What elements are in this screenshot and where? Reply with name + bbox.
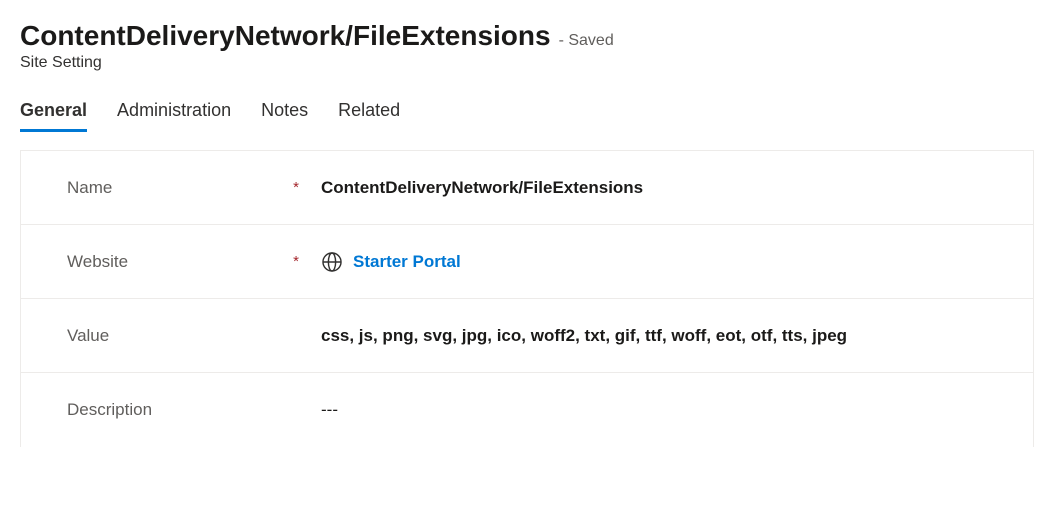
field-value-name[interactable]: ContentDeliveryNetwork/FileExtensions	[321, 178, 1033, 198]
field-row-description: Description ---	[21, 373, 1033, 447]
required-asterisk: *	[293, 253, 299, 270]
field-label-description: Description	[67, 400, 321, 420]
label-text-website: Website	[67, 252, 128, 272]
page-title: ContentDeliveryNetwork/FileExtensions	[20, 20, 551, 52]
description-value-text: ---	[321, 400, 338, 420]
field-label-name: Name *	[67, 178, 321, 198]
label-text-value: Value	[67, 326, 109, 346]
field-label-website: Website *	[67, 252, 321, 272]
tab-administration[interactable]: Administration	[117, 100, 231, 132]
field-value-value[interactable]: css, js, png, svg, jpg, ico, woff2, txt,…	[321, 326, 1033, 346]
globe-icon	[321, 251, 343, 273]
tab-notes[interactable]: Notes	[261, 100, 308, 132]
label-text-name: Name	[67, 178, 112, 198]
save-status: - Saved	[559, 32, 614, 50]
form-panel: Name * ContentDeliveryNetwork/FileExtens…	[20, 150, 1034, 447]
value-value-text: css, js, png, svg, jpg, ico, woff2, txt,…	[321, 326, 847, 346]
name-value-text: ContentDeliveryNetwork/FileExtensions	[321, 178, 643, 198]
label-text-description: Description	[67, 400, 152, 420]
tab-general[interactable]: General	[20, 100, 87, 132]
tab-bar: General Administration Notes Related	[20, 100, 1034, 132]
page-header: ContentDeliveryNetwork/FileExtensions - …	[20, 20, 1034, 72]
entity-type-label: Site Setting	[20, 54, 1034, 72]
field-row-value: Value css, js, png, svg, jpg, ico, woff2…	[21, 299, 1033, 373]
field-row-website: Website * Starter Portal	[21, 225, 1033, 299]
field-label-value: Value	[67, 326, 321, 346]
tab-related[interactable]: Related	[338, 100, 400, 132]
title-row: ContentDeliveryNetwork/FileExtensions - …	[20, 20, 1034, 52]
field-row-name: Name * ContentDeliveryNetwork/FileExtens…	[21, 151, 1033, 225]
required-asterisk: *	[293, 179, 299, 196]
field-value-website[interactable]: Starter Portal	[321, 251, 1033, 273]
website-lookup-link[interactable]: Starter Portal	[353, 252, 461, 272]
field-value-description[interactable]: ---	[321, 400, 1033, 420]
